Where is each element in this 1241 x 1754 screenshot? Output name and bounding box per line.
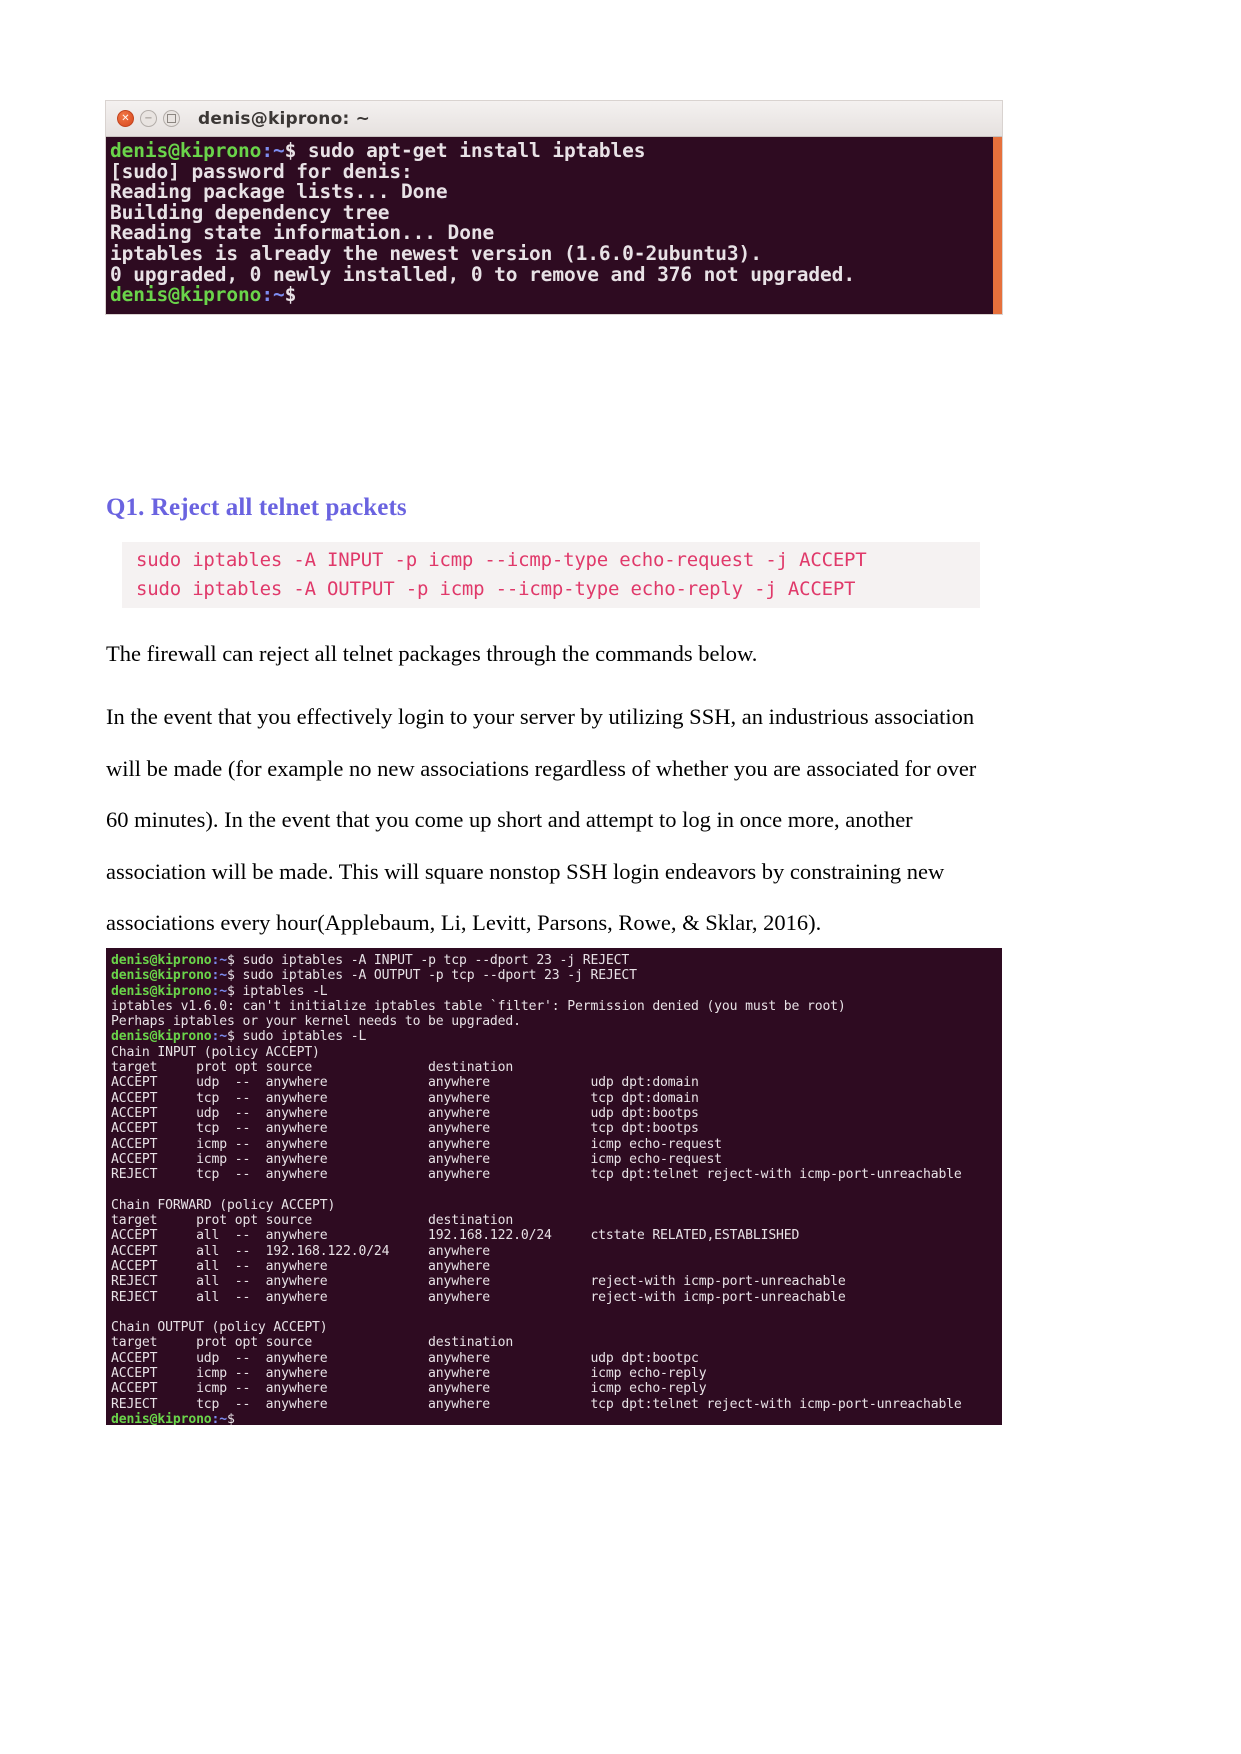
- prompt-user-host: denis@kiprono: [111, 968, 212, 984]
- terminal-line: denis@kiprono:~$ sudo iptables -A OUTPUT…: [111, 968, 1002, 983]
- terminal-line: target prot opt source destination: [111, 1213, 583, 1229]
- terminal-line: ACCEPT tcp -- anywhere anywhere tcp dpt:…: [111, 1121, 699, 1137]
- prompt-symbol: $: [284, 139, 308, 162]
- terminal-line: denis@kiprono:~$: [111, 1412, 1002, 1425]
- terminal-line: target prot opt source destination: [111, 1060, 583, 1076]
- prompt-path: :~: [211, 983, 228, 999]
- terminal-line: Reading package lists... Done: [110, 180, 448, 204]
- prompt-symbol: $: [227, 1411, 235, 1425]
- prompt-user-host: denis@kiprono: [111, 1029, 212, 1045]
- paragraph-lead: The firewall can reject all telnet packa…: [106, 641, 758, 666]
- prompt-path: :~: [211, 953, 228, 968]
- terminal-window-bottom: denis@kiprono:~$ sudo iptables -A INPUT …: [106, 948, 1002, 1425]
- prompt-user-host: denis@kiprono: [110, 139, 262, 162]
- prompt-symbol: $: [227, 968, 243, 984]
- prompt-path: :~: [261, 139, 285, 162]
- terminal-window-top: ✕ − denis@kiprono: ~ denis@kiprono:~$ su…: [106, 101, 1002, 314]
- terminal-line: 0 upgraded, 0 newly installed, 0 to remo…: [110, 262, 855, 286]
- heading-q1: Q1. Reject all telnet packets: [106, 494, 407, 521]
- close-icon[interactable]: ✕: [117, 110, 134, 127]
- terminal-command: sudo apt-get install iptables: [307, 139, 646, 162]
- terminal-line: denis@kiprono:~$ iptables -L: [111, 984, 1002, 999]
- prompt-user-host: denis@kiprono: [111, 953, 212, 968]
- terminal-line: ACCEPT icmp -- anywhere anywhere icmp ec…: [111, 1366, 707, 1382]
- terminal-line: ACCEPT icmp -- anywhere anywhere icmp ec…: [111, 1381, 707, 1397]
- prompt-path: :~: [211, 1411, 228, 1425]
- terminal-line: REJECT tcp -- anywhere anywhere tcp dpt:…: [111, 1167, 962, 1183]
- prompt-user-host: denis@kiprono: [111, 983, 212, 999]
- terminal-titlebar: ✕ − denis@kiprono: ~: [106, 101, 1002, 137]
- terminal-line: denis@kiprono:~$ sudo iptables -L: [111, 1029, 1002, 1044]
- prompt-symbol: $: [227, 983, 243, 999]
- terminal-line: iptables v1.6.0: can't initialize iptabl…: [111, 998, 846, 1014]
- minimize-icon[interactable]: −: [140, 110, 157, 127]
- terminal-line: REJECT all -- anywhere anywhere reject-w…: [111, 1289, 846, 1305]
- prompt-symbol: $: [284, 283, 297, 307]
- terminal-line: ACCEPT udp -- anywhere anywhere udp dpt:…: [111, 1105, 699, 1121]
- terminal-line: Perhaps iptables or your kernel needs to…: [111, 1014, 521, 1030]
- terminal-line: target prot opt source destination: [111, 1335, 583, 1351]
- terminal-line: [sudo] password for denis:: [110, 159, 413, 183]
- terminal-line: denis@kiprono:~$: [110, 283, 296, 306]
- terminal-line: ACCEPT udp -- anywhere anywhere udp dpt:…: [111, 1350, 699, 1366]
- terminal-line: denis@kiprono:~$ sudo iptables -A INPUT …: [111, 953, 1002, 968]
- terminal-title: denis@kiprono: ~: [198, 108, 371, 129]
- prompt-path: :~: [211, 1029, 228, 1045]
- terminal-command: sudo iptables -L: [242, 1029, 367, 1045]
- terminal-line: ACCEPT icmp -- anywhere anywhere icmp ec…: [111, 1136, 722, 1152]
- terminal-line: ACCEPT all -- anywhere 192.168.122.0/24 …: [111, 1228, 800, 1244]
- prompt-path: :~: [261, 283, 285, 307]
- code-block-icmp-rules: sudo iptables -A INPUT -p icmp --icmp-ty…: [122, 542, 980, 608]
- terminal-line: ACCEPT all -- anywhere anywhere: [111, 1258, 583, 1274]
- terminal-line: ACCEPT udp -- anywhere anywhere udp dpt:…: [111, 1075, 699, 1091]
- terminal-line: ACCEPT tcp -- anywhere anywhere tcp dpt:…: [111, 1090, 699, 1106]
- terminal-line: REJECT all -- anywhere anywhere reject-w…: [111, 1274, 846, 1290]
- terminal-line: Chain INPUT (policy ACCEPT): [111, 1044, 320, 1060]
- terminal-top-output: denis@kiprono:~$ sudo apt-get install ip…: [106, 137, 1002, 314]
- terminal-command: sudo iptables -A OUTPUT -p tcp --dport 2…: [242, 968, 637, 984]
- terminal-line: iptables is already the newest version (…: [110, 241, 762, 265]
- prompt-user-host: denis@kiprono: [110, 283, 262, 307]
- terminal-line: ACCEPT all -- 192.168.122.0/24 anywhere: [111, 1243, 583, 1259]
- terminal-line: Reading state information... Done: [110, 221, 495, 245]
- terminal-line: Building dependency tree: [110, 200, 390, 224]
- terminal-line: REJECT tcp -- anywhere anywhere tcp dpt:…: [111, 1396, 962, 1412]
- document-page: ✕ − denis@kiprono: ~ denis@kiprono:~$ su…: [0, 0, 1241, 1754]
- terminal-line: denis@kiprono:~$ sudo apt-get install ip…: [110, 139, 646, 162]
- prompt-symbol: $: [227, 953, 243, 968]
- terminal-line: ACCEPT icmp -- anywhere anywhere icmp ec…: [111, 1151, 722, 1167]
- prompt-user-host: denis@kiprono: [111, 1411, 212, 1425]
- maximize-icon[interactable]: [163, 110, 180, 127]
- prompt-path: :~: [211, 968, 228, 984]
- terminal-scrollbar[interactable]: [993, 137, 1002, 314]
- terminal-line: Chain FORWARD (policy ACCEPT): [111, 1197, 336, 1213]
- terminal-line: Chain OUTPUT (policy ACCEPT): [111, 1320, 328, 1336]
- paragraph-body: In the event that you effectively login …: [106, 704, 977, 935]
- prompt-symbol: $: [227, 1029, 243, 1045]
- terminal-command: sudo iptables -A INPUT -p tcp --dport 23…: [242, 953, 630, 968]
- terminal-command: iptables -L: [242, 983, 328, 999]
